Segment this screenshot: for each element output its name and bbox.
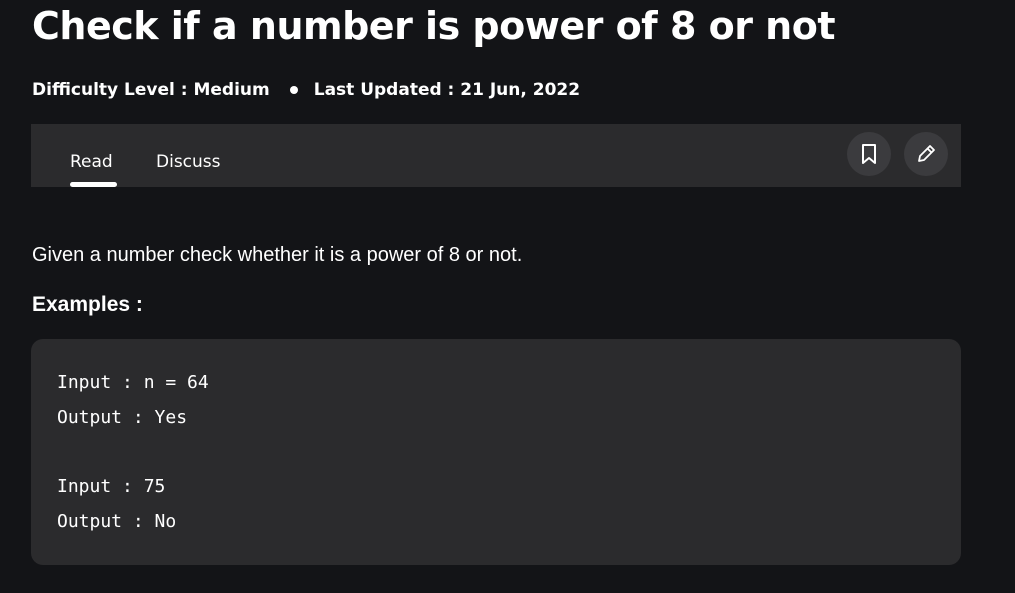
difficulty-level: Difficulty Level : Medium (32, 80, 270, 100)
pencil-icon (918, 145, 935, 162)
problem-description: Given a number check whether it is a pow… (32, 244, 523, 266)
code-line: Input : n = 64 (57, 372, 209, 393)
bookmark-button[interactable] (847, 132, 891, 176)
edit-button[interactable] (904, 132, 948, 176)
active-tab-indicator (70, 182, 117, 187)
separator-dot (289, 86, 298, 94)
page-title: Check if a number is power of 8 or not (32, 4, 836, 48)
tab-discuss[interactable]: Discuss (156, 152, 221, 172)
article-page: Check if a number is power of 8 or not D… (0, 0, 1015, 593)
last-updated: Last Updated : 21 Jun, 2022 (313, 80, 581, 100)
tab-read[interactable]: Read (70, 152, 113, 172)
code-line: Output : Yes (57, 407, 188, 428)
bookmark-icon (862, 144, 876, 164)
examples-heading: Examples : (32, 293, 143, 316)
article-meta: Difficulty Level : Medium Last Updated :… (32, 80, 580, 100)
code-line: Input : 75 (57, 476, 166, 497)
code-block: Input : n = 64 Output : Yes Input : 75 O… (31, 339, 961, 565)
article-tabbar: Read Discuss (31, 124, 961, 187)
code-line: Output : No (57, 511, 177, 532)
